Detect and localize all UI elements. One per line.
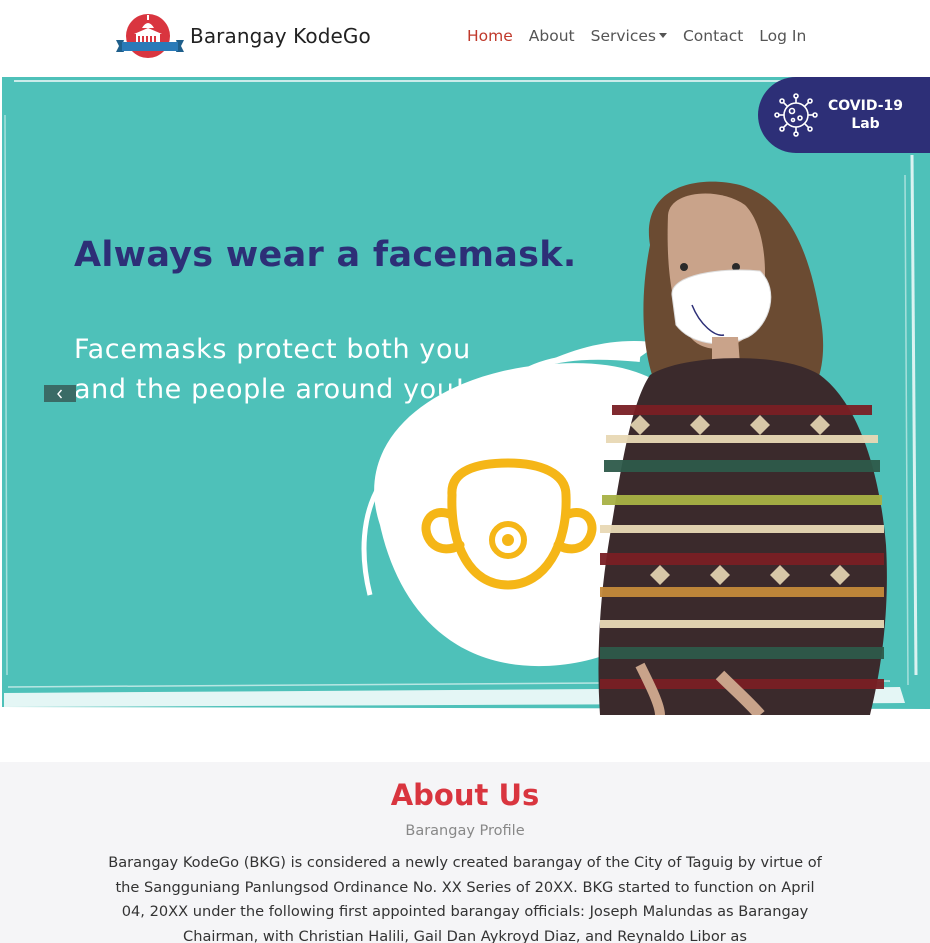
brand-name: Barangay KodeGo (190, 24, 371, 48)
hero-subtitle-line-1: Facemasks protect both you (74, 334, 471, 365)
chevron-left-icon (57, 389, 63, 398)
hero-carousel: Always wear a facemask. Facemasks protec… (0, 75, 930, 715)
nav-services-label: Services (590, 27, 656, 45)
main-nav: Home About Services Contact Log In (467, 24, 822, 48)
covid-lab-label: COVID-19 Lab (828, 97, 903, 133)
nav-about[interactable]: About (529, 24, 575, 48)
caret-down-icon (658, 33, 667, 38)
about-title: About Us (390, 778, 540, 812)
covid-lab-line-1: COVID-19 (828, 98, 904, 114)
nav-login[interactable]: Log In (759, 24, 806, 48)
capitol-building-icon (116, 14, 184, 58)
about-subtitle: Barangay Profile (405, 823, 525, 839)
covid-lab-button[interactable]: COVID-19 Lab (758, 77, 930, 153)
hero-subtitle: Facemasks protect both you and the peopl… (74, 330, 471, 410)
hero-title: Always wear a facemask. (74, 235, 577, 275)
covid-lab-line-2: Lab (851, 116, 880, 132)
nav-home[interactable]: Home (467, 24, 513, 48)
brand-link[interactable]: Barangay KodeGo (114, 12, 371, 60)
about-section: About Us Barangay Profile Barangay KodeG… (0, 762, 930, 943)
navbar: Barangay KodeGo Home About Services Cont… (0, 0, 930, 75)
hero-subtitle-line-2: and the people around you! (74, 374, 466, 405)
nav-services[interactable]: Services (591, 24, 667, 48)
virus-icon (774, 93, 818, 137)
nav-contact[interactable]: Contact (683, 24, 743, 48)
carousel-prev-button[interactable] (44, 385, 76, 402)
about-body-text: Barangay KodeGo (BKG) is considered a ne… (108, 854, 822, 943)
